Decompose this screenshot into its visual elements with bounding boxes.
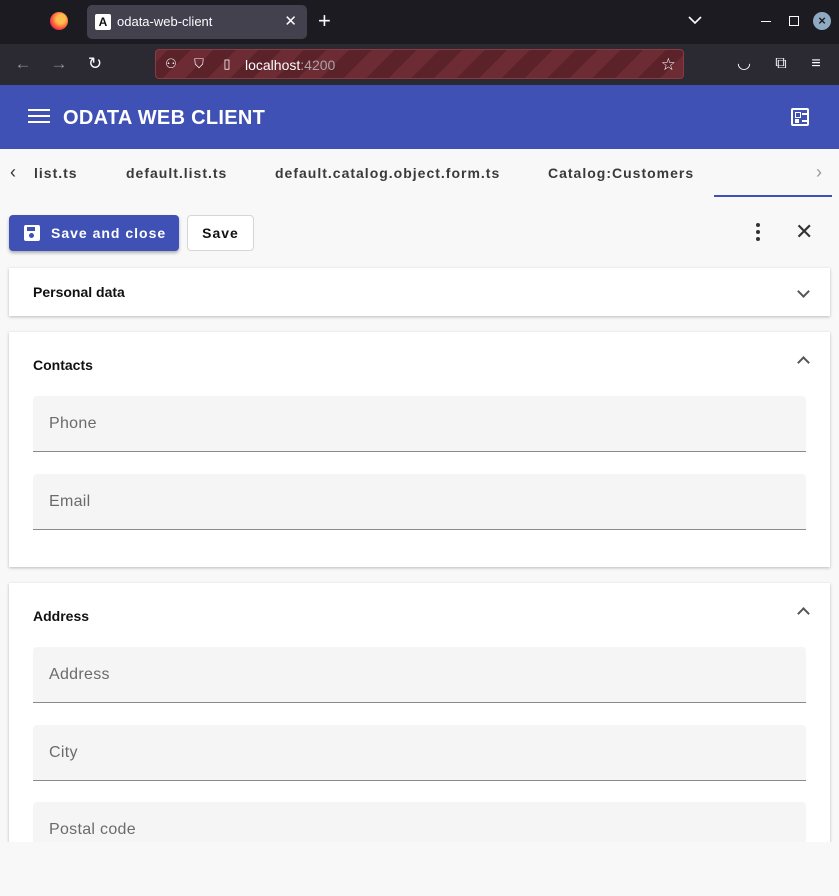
address-panel: Address Address City Postal code [9,583,830,863]
reload-icon[interactable]: ↻ [83,52,107,76]
browser-tab-bar: A odata-web-client ✕ + × [0,0,839,44]
pocket-icon[interactable]: ◡ [733,53,755,75]
browser-tab-title: odata-web-client [117,14,213,29]
personal-data-panel[interactable]: Personal data [9,268,830,316]
field-label: Email [49,493,91,510]
save-and-close-button[interactable]: Save and close [9,215,179,251]
panel-title: Personal data [33,284,125,300]
contacts-panel: Contacts Phone Email [9,332,830,567]
forward-icon[interactable]: → [47,52,71,76]
close-icon[interactable]: ✕ [795,219,813,245]
browser-tab[interactable]: A odata-web-client ✕ [87,5,307,39]
chevron-down-icon[interactable] [797,285,810,298]
phone-field[interactable]: Phone [33,396,806,452]
panel-title[interactable]: Address [33,608,89,624]
city-field[interactable]: City [33,725,806,781]
save-icon [24,225,40,241]
field-label: Phone [49,415,97,432]
shield-icon[interactable]: ⛉ [191,56,207,72]
active-tab-indicator [714,195,832,197]
tab-default-list-ts[interactable]: default.list.ts [126,165,227,181]
browser-nav-bar: ← → ↻ ⚇ ⛉ ▯ localhost:4200 ☆ ◡ ⧉ ≡ [0,44,839,85]
remote-control-icon: ⚇ [165,56,177,71]
app-toolbar: ODATA WEB CLIENT [0,85,839,149]
extensions-icon[interactable]: ⧉ [770,53,792,75]
tab-catalog-customers[interactable]: Catalog:Customers [548,165,694,181]
bookmark-star-icon[interactable]: ☆ [661,55,676,75]
chevron-up-icon[interactable] [797,607,810,620]
app-title: ODATA WEB CLIENT [63,107,266,129]
chevron-left-icon[interactable]: ‹ [10,162,16,183]
field-label: Address [49,666,110,683]
chevron-up-icon[interactable] [797,356,810,369]
field-label: Postal code [49,821,136,838]
field-label: City [49,744,78,761]
email-field[interactable]: Email [33,474,806,530]
save-button[interactable]: Save [187,215,254,251]
tab-close-icon[interactable]: ✕ [284,12,297,30]
window-close-icon[interactable]: × [813,12,831,30]
address-field[interactable]: Address [33,647,806,703]
angular-icon: A [95,14,111,30]
hamburger-menu-icon[interactable]: ≡ [805,53,827,75]
chevron-right-icon[interactable]: › [816,162,822,183]
list-view-icon[interactable] [791,108,809,126]
panel-title[interactable]: Contacts [33,357,93,373]
save-and-close-label: Save and close [51,225,167,241]
url-bar[interactable]: ⚇ ⛉ ▯ localhost:4200 ☆ [155,49,684,79]
firefox-icon[interactable] [50,12,68,30]
menu-icon[interactable] [28,109,50,125]
page-icon: ▯ [223,56,231,71]
list-all-tabs-icon[interactable] [688,13,702,27]
minimize-icon[interactable] [761,12,771,22]
page-bottom [0,842,839,896]
tab-navigation: ‹ list.ts default.list.ts default.catalo… [0,149,839,197]
tab-list-ts[interactable]: list.ts [34,165,78,181]
back-icon[interactable]: ← [11,52,35,76]
url-text: localhost:4200 [245,57,336,73]
maximize-icon[interactable] [789,16,799,26]
new-tab-icon[interactable]: + [318,9,331,33]
tab-default-catalog-object-form-ts[interactable]: default.catalog.object.form.ts [275,165,500,181]
more-vert-icon[interactable] [756,223,760,241]
